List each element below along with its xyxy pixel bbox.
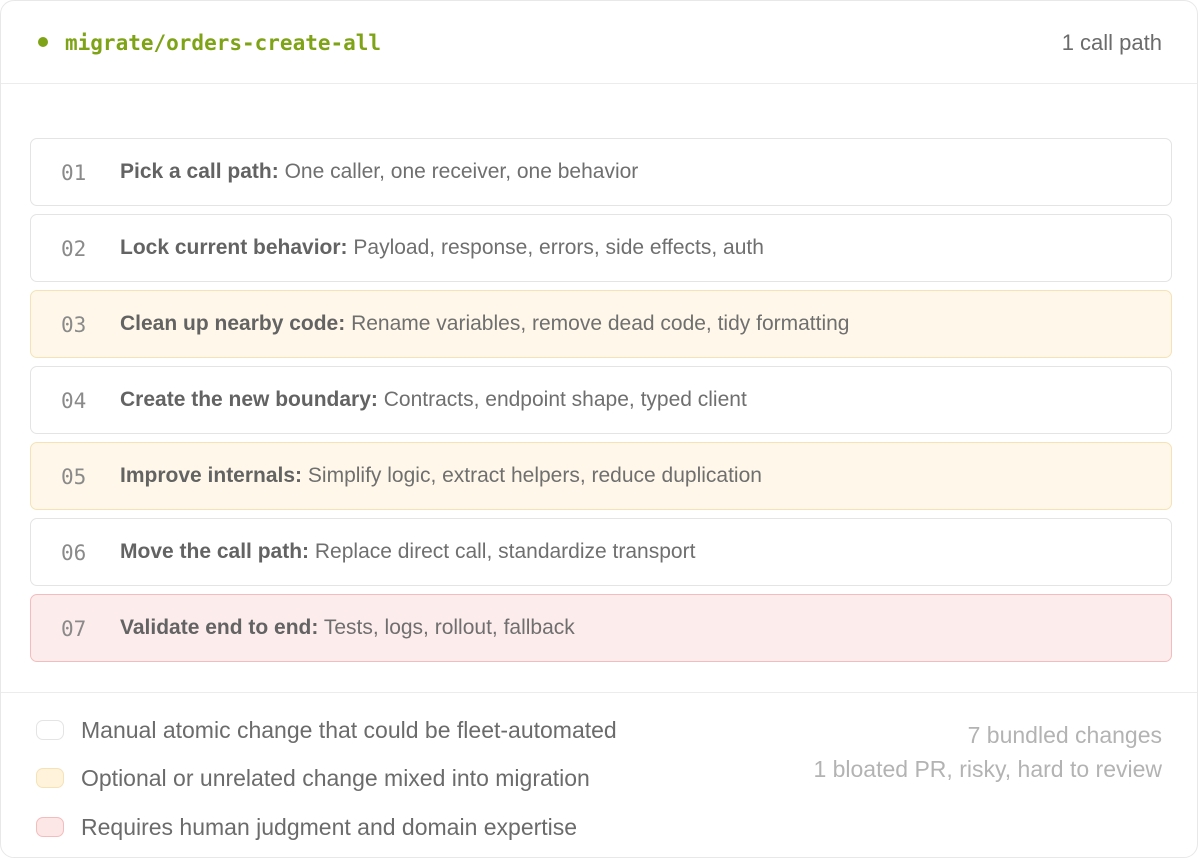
step-list: 01 Pick a call path: One caller, one rec… [30,138,1172,670]
summary-bundled-changes: 7 bundled changes [967,722,1162,748]
legend-swatch-manual [36,720,64,740]
step-number: 05 [61,465,87,489]
branch-status-dot [38,37,48,47]
step-number: 02 [61,237,87,261]
step-title: Move the call path: [120,540,310,563]
step-description: Rename variables, remove dead code, tidy… [351,312,850,335]
step-text: Improve internals: Simplify logic, extra… [120,463,762,489]
step-row: 01 Pick a call path: One caller, one rec… [30,138,1172,206]
legend-label: Optional or unrelated change mixed into … [81,765,590,791]
step-text: Clean up nearby code: Rename variables, … [120,311,849,337]
step-title: Validate end to end: [120,616,319,639]
legend-label: Requires human judgment and domain exper… [81,814,578,840]
step-row: 02 Lock current behavior: Payload, respo… [30,214,1172,282]
legend-footer: Manual atomic change that could be fleet… [1,692,1197,858]
step-description: Simplify logic, extract helpers, reduce … [307,464,762,487]
step-row: 03 Clean up nearby code: Rename variable… [30,290,1172,358]
step-text: Move the call path: Replace direct call,… [120,539,695,565]
step-title: Create the new boundary: [120,388,378,411]
step-text: Validate end to end: Tests, logs, rollou… [120,615,575,641]
branch-name: migrate/orders-create-all [65,31,382,55]
step-title: Lock current behavior: [120,236,348,259]
step-row: 06 Move the call path: Replace direct ca… [30,518,1172,586]
call-path-count: 1 call path [1061,30,1162,55]
legend-swatch-judgment [36,817,64,837]
legend-label: Manual atomic change that could be fleet… [81,717,617,743]
card-header: migrate/orders-create-all 1 call path [1,1,1197,84]
step-description: Payload, response, errors, side effects,… [353,236,764,259]
step-text: Lock current behavior: Payload, response… [120,235,764,261]
migration-card: migrate/orders-create-all 1 call path 01… [0,0,1198,858]
step-number: 01 [61,161,87,185]
step-text: Pick a call path: One caller, one receiv… [120,159,638,185]
step-number: 07 [61,617,87,641]
step-title: Improve internals: [120,464,303,487]
step-title: Clean up nearby code: [120,312,346,335]
step-text: Create the new boundary: Contracts, endp… [120,387,747,413]
step-title: Pick a call path: [120,160,279,183]
step-description: One caller, one receiver, one behavior [284,160,639,183]
step-description: Contracts, endpoint shape, typed client [383,388,747,411]
step-row: 07 Validate end to end: Tests, logs, rol… [30,594,1172,662]
summary-pr-note: 1 bloated PR, risky, hard to review [813,756,1162,782]
step-row: 05 Improve internals: Simplify logic, ex… [30,442,1172,510]
step-number: 04 [61,389,87,413]
legend-swatch-optional [36,768,64,788]
step-row: 04 Create the new boundary: Contracts, e… [30,366,1172,434]
step-number: 06 [61,541,87,565]
step-description: Replace direct call, standardize transpo… [314,540,696,563]
step-number: 03 [61,313,87,337]
step-description: Tests, logs, rollout, fallback [323,616,575,639]
